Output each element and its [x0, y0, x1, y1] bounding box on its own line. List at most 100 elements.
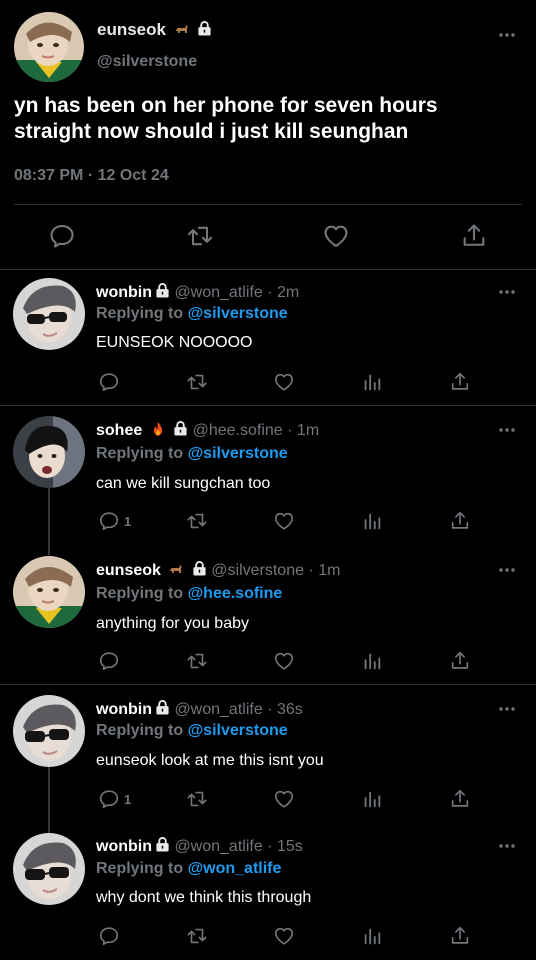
fire-emoji [150, 421, 166, 437]
share-icon[interactable] [449, 925, 471, 947]
share-icon[interactable] [449, 788, 471, 810]
share-icon[interactable] [449, 371, 471, 393]
retweet-icon[interactable] [186, 510, 208, 532]
divider [14, 204, 522, 205]
replying-to-link[interactable]: @silverstone [188, 722, 288, 739]
replying-prefix: Replying to [96, 305, 188, 322]
author-name: wonbin [96, 838, 152, 855]
reply-text: EUNSEOK NOOOOO [96, 334, 253, 351]
lock-icon [155, 700, 170, 715]
reply-avatar[interactable] [13, 833, 85, 905]
reply-text: can we kill sungchan too [96, 475, 271, 492]
reply-icon[interactable] [98, 510, 120, 532]
reply-icon[interactable] [98, 650, 120, 672]
reply-tweet[interactable]: eunseok @silverstone · 1m Replying to @h… [0, 546, 536, 684]
share-icon[interactable] [460, 222, 488, 250]
separator: · [267, 284, 273, 301]
lock-icon [192, 561, 207, 576]
retweet-icon[interactable] [186, 925, 208, 947]
views-icon[interactable] [361, 371, 383, 393]
reply-tweet[interactable]: wonbin @won_atlife · 15s Replying to @wo… [0, 823, 536, 960]
lock-icon [155, 837, 170, 852]
share-icon[interactable] [449, 650, 471, 672]
reply-avatar[interactable] [13, 556, 85, 628]
reply-author[interactable]: wonbin @won_atlife · 36s [96, 700, 303, 719]
author-handle: @won_atlife [174, 838, 263, 855]
author-name: wonbin [96, 701, 152, 718]
share-icon[interactable] [449, 510, 471, 532]
replying-prefix: Replying to [96, 722, 188, 739]
replying-to-link[interactable]: @silverstone [188, 445, 288, 462]
reply-time: 36s [276, 701, 303, 718]
replying-to: Replying to @silverstone [96, 445, 288, 463]
replying-to: Replying to @won_atlife [96, 860, 281, 878]
main-author-name[interactable]: eunseok [97, 20, 212, 40]
reply-count: 1 [124, 792, 132, 807]
more-icon[interactable] [497, 704, 517, 714]
views-icon[interactable] [361, 650, 383, 672]
views-icon[interactable] [361, 925, 383, 947]
separator: · [287, 422, 293, 439]
reply-avatar[interactable] [13, 695, 85, 767]
author-name: eunseok [96, 562, 161, 579]
author-handle: @silverstone [211, 562, 304, 579]
reply-icon[interactable] [48, 222, 76, 250]
views-icon[interactable] [361, 788, 383, 810]
replying-to: Replying to @hee.sofine [96, 585, 282, 603]
like-icon[interactable] [273, 510, 295, 532]
reply-author[interactable]: wonbin @won_atlife · 15s [96, 837, 303, 856]
author-name: wonbin [96, 284, 152, 301]
reply-time: 2m [276, 284, 300, 301]
replying-to-link[interactable]: @hee.sofine [188, 585, 283, 602]
reply-text: anything for you baby [96, 615, 249, 632]
retweet-icon[interactable] [186, 371, 208, 393]
like-icon[interactable] [273, 788, 295, 810]
replying-to: Replying to @silverstone [96, 722, 288, 740]
lock-icon [197, 21, 212, 36]
reply-author[interactable]: sohee @hee.sofine · 1m [96, 421, 319, 440]
author-handle: @hee.sofine [192, 422, 283, 439]
reply-text: why dont we think this through [96, 889, 312, 906]
dog-emoji [174, 21, 190, 37]
lock-icon [155, 283, 170, 298]
replying-to-link[interactable]: @silverstone [188, 305, 288, 322]
separator: · [267, 701, 273, 718]
reply-tweet[interactable]: sohee @hee.sofine · 1m Replying to @silv… [0, 406, 536, 546]
reply-icon[interactable] [98, 371, 120, 393]
replying-prefix: Replying to [96, 860, 188, 877]
like-icon[interactable] [273, 371, 295, 393]
like-icon[interactable] [273, 925, 295, 947]
more-icon[interactable] [497, 30, 517, 40]
author-handle: @won_atlife [174, 284, 263, 301]
retweet-icon[interactable] [186, 222, 214, 250]
more-icon[interactable] [497, 841, 517, 851]
reply-avatar[interactable] [13, 416, 85, 488]
retweet-icon[interactable] [186, 650, 208, 672]
main-author-handle[interactable]: @silverstone [97, 53, 197, 71]
like-icon[interactable] [322, 222, 350, 250]
reply-tweet[interactable]: wonbin @won_atlife · 36s Replying to @si… [0, 685, 536, 823]
like-icon[interactable] [273, 650, 295, 672]
views-icon[interactable] [361, 510, 383, 532]
reply-time: 1m [318, 562, 341, 579]
replying-to: Replying to @silverstone [96, 305, 288, 323]
lock-icon [173, 421, 188, 436]
reply-author[interactable]: wonbin @won_atlife · 2m [96, 283, 299, 302]
more-icon[interactable] [497, 565, 517, 575]
reply-time: 1m [296, 422, 320, 439]
more-icon[interactable] [497, 287, 517, 297]
reply-icon[interactable] [98, 788, 120, 810]
reply-count: 1 [124, 514, 132, 529]
reply-tweet[interactable]: wonbin @won_atlife · 2m Replying to @sil… [0, 270, 536, 405]
main-avatar[interactable] [14, 12, 84, 82]
retweet-icon[interactable] [186, 788, 208, 810]
author-name-text: eunseok [97, 20, 166, 39]
reply-time: 15s [276, 838, 303, 855]
reply-avatar[interactable] [13, 278, 85, 350]
more-icon[interactable] [497, 425, 517, 435]
main-tweet-timestamp[interactable]: 08:37 PM · 12 Oct 24 [14, 167, 169, 185]
reply-author[interactable]: eunseok @silverstone · 1m [96, 561, 340, 580]
reply-icon[interactable] [98, 925, 120, 947]
reply-text: eunseok look at me this isnt you [96, 752, 324, 769]
replying-to-link[interactable]: @won_atlife [188, 860, 282, 877]
